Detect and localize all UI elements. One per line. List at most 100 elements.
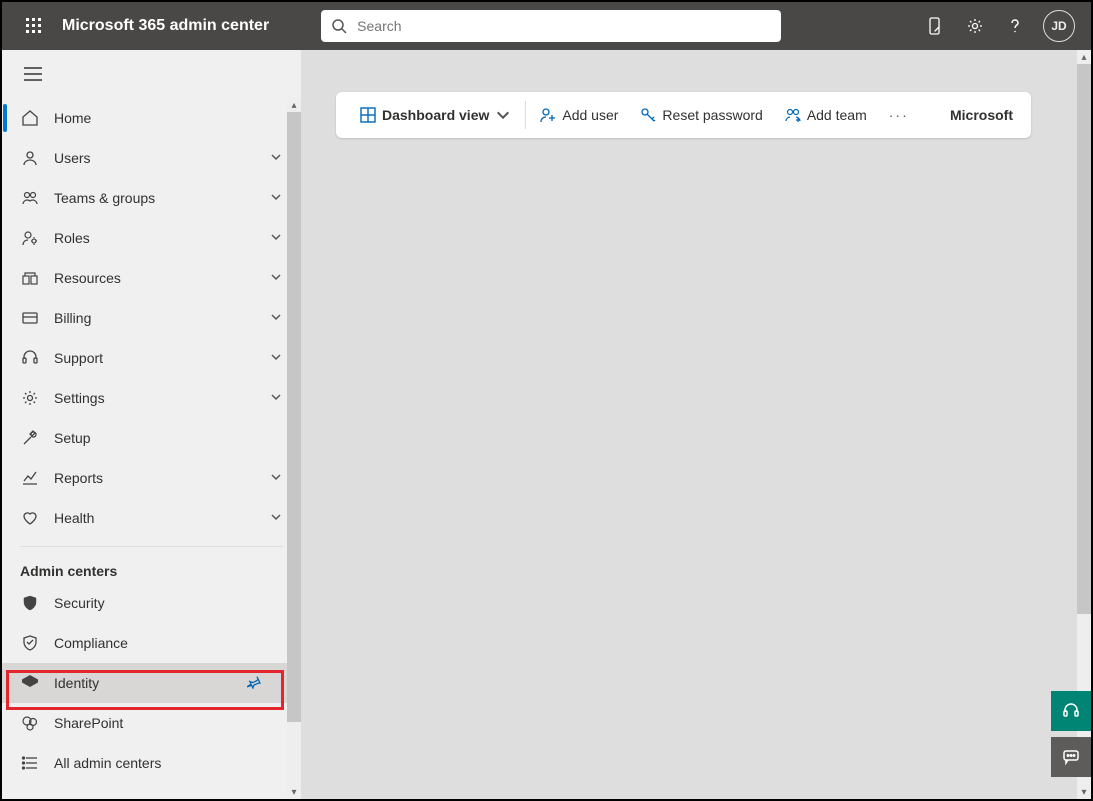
- sidebar-item-resources[interactable]: Resources: [2, 258, 301, 298]
- sidebar-item-label: Teams & groups: [54, 190, 269, 206]
- app-title: Microsoft 365 admin center: [62, 17, 269, 35]
- sidebar-item-label: Health: [54, 510, 269, 526]
- sidebar-toggle[interactable]: [2, 50, 301, 98]
- scroll-down-arrow[interactable]: ▾: [287, 785, 301, 799]
- chat-icon: [1062, 748, 1080, 766]
- reports-icon: [20, 468, 40, 488]
- sidebar-section-title: Admin centers: [2, 555, 301, 583]
- help-icon: [1006, 17, 1024, 35]
- reset-password-button[interactable]: Reset password: [634, 92, 768, 138]
- feedback-widget-button[interactable]: [1051, 737, 1091, 777]
- chevron-down-icon: [269, 510, 283, 527]
- sidebar-item-security[interactable]: Security: [2, 583, 301, 623]
- sidebar-item-label: All admin centers: [54, 755, 283, 771]
- add-user-icon: [540, 107, 556, 123]
- chevron-down-icon: [269, 190, 283, 207]
- sidebar-item-compliance[interactable]: Compliance: [2, 623, 301, 663]
- sidebar-item-label: Users: [54, 150, 269, 166]
- grid-icon: [360, 107, 376, 123]
- sidebar-item-setup[interactable]: Setup: [2, 418, 301, 458]
- search-icon: [331, 18, 347, 34]
- sidebar-item-label: Home: [54, 110, 283, 126]
- sidebar: Home Users Teams & groups Roles: [2, 50, 302, 799]
- sidebar-item-label: Billing: [54, 310, 269, 326]
- chevron-down-icon: [269, 350, 283, 367]
- scroll-up-arrow[interactable]: ▴: [287, 98, 301, 112]
- sidebar-item-users[interactable]: Users: [2, 138, 301, 178]
- toolbar-separator: [525, 101, 526, 129]
- sidebar-item-label: Settings: [54, 390, 269, 406]
- waffle-icon: [26, 18, 42, 34]
- resources-icon: [20, 268, 40, 288]
- sidebar-item-roles[interactable]: Roles: [2, 218, 301, 258]
- sidebar-item-teams-groups[interactable]: Teams & groups: [2, 178, 301, 218]
- chevron-down-icon: [269, 230, 283, 247]
- support-icon: [20, 348, 40, 368]
- dashboard-view-button[interactable]: Dashboard view: [354, 92, 517, 138]
- sidebar-item-home[interactable]: Home: [2, 98, 301, 138]
- add-user-button[interactable]: Add user: [534, 92, 624, 138]
- sidebar-item-label: SharePoint: [54, 715, 283, 731]
- toolbar-brand-label: Microsoft: [950, 107, 1013, 123]
- app-launcher-button[interactable]: [10, 2, 58, 50]
- sidebar-item-label: Roles: [54, 230, 269, 246]
- sidebar-item-reports[interactable]: Reports: [2, 458, 301, 498]
- chevron-down-icon: [269, 150, 283, 167]
- add-team-button[interactable]: Add team: [779, 92, 873, 138]
- headset-icon: [1062, 702, 1080, 720]
- add-user-label: Add user: [562, 107, 618, 123]
- chevron-down-icon: [269, 270, 283, 287]
- sharepoint-icon: [20, 713, 40, 733]
- add-team-icon: [785, 107, 801, 123]
- gear-icon: [966, 17, 984, 35]
- support-widget-button[interactable]: [1051, 691, 1091, 731]
- key-icon: [640, 107, 656, 123]
- list-icon: [20, 753, 40, 773]
- add-team-label: Add team: [807, 107, 867, 123]
- sidebar-item-sharepoint[interactable]: SharePoint: [2, 703, 301, 743]
- mobile-icon: [926, 17, 944, 35]
- health-icon: [20, 508, 40, 528]
- header-bar: Microsoft 365 admin center JD: [2, 2, 1091, 50]
- sidebar-item-billing[interactable]: Billing: [2, 298, 301, 338]
- search-input[interactable]: [355, 17, 771, 35]
- user-avatar[interactable]: JD: [1043, 10, 1075, 42]
- sidebar-item-label: Identity: [54, 675, 247, 691]
- scroll-down-arrow[interactable]: ▾: [1077, 785, 1091, 799]
- settings-icon: [20, 388, 40, 408]
- sidebar-item-label: Support: [54, 350, 269, 366]
- chevron-down-icon: [495, 107, 511, 123]
- shield-check-icon: [20, 633, 40, 653]
- shield-icon: [20, 593, 40, 613]
- sidebar-item-settings[interactable]: Settings: [2, 378, 301, 418]
- main-scroll-thumb[interactable]: [1077, 64, 1091, 614]
- sidebar-divider: [20, 546, 283, 547]
- sidebar-item-health[interactable]: Health: [2, 498, 301, 538]
- sidebar-item-label: Resources: [54, 270, 269, 286]
- search-container: [321, 10, 781, 42]
- hamburger-icon: [24, 67, 42, 81]
- sidebar-item-label: Security: [54, 595, 283, 611]
- header-help-button[interactable]: [995, 2, 1035, 50]
- dashboard-toolbar: Dashboard view Add user Reset password A…: [336, 92, 1031, 138]
- sidebar-scroll-thumb[interactable]: [287, 112, 301, 722]
- pin-button[interactable]: [247, 675, 261, 692]
- scroll-up-arrow[interactable]: ▴: [1077, 50, 1091, 64]
- sidebar-item-label: Compliance: [54, 635, 283, 651]
- sidebar-item-all-admin-centers[interactable]: All admin centers: [2, 743, 301, 783]
- search-box[interactable]: [321, 10, 781, 42]
- setup-icon: [20, 428, 40, 448]
- dashboard-view-label: Dashboard view: [382, 107, 489, 123]
- sidebar-item-support[interactable]: Support: [2, 338, 301, 378]
- sidebar-item-label: Reports: [54, 470, 269, 486]
- reset-password-label: Reset password: [662, 107, 762, 123]
- home-icon: [20, 108, 40, 128]
- identity-icon: [20, 673, 40, 693]
- chevron-down-icon: [269, 390, 283, 407]
- group-icon: [20, 188, 40, 208]
- sidebar-item-identity[interactable]: Identity: [2, 663, 301, 703]
- toolbar-more-button[interactable]: ···: [885, 107, 913, 123]
- sidebar-item-label: Setup: [54, 430, 283, 446]
- header-mobile-button[interactable]: [915, 2, 955, 50]
- header-settings-button[interactable]: [955, 2, 995, 50]
